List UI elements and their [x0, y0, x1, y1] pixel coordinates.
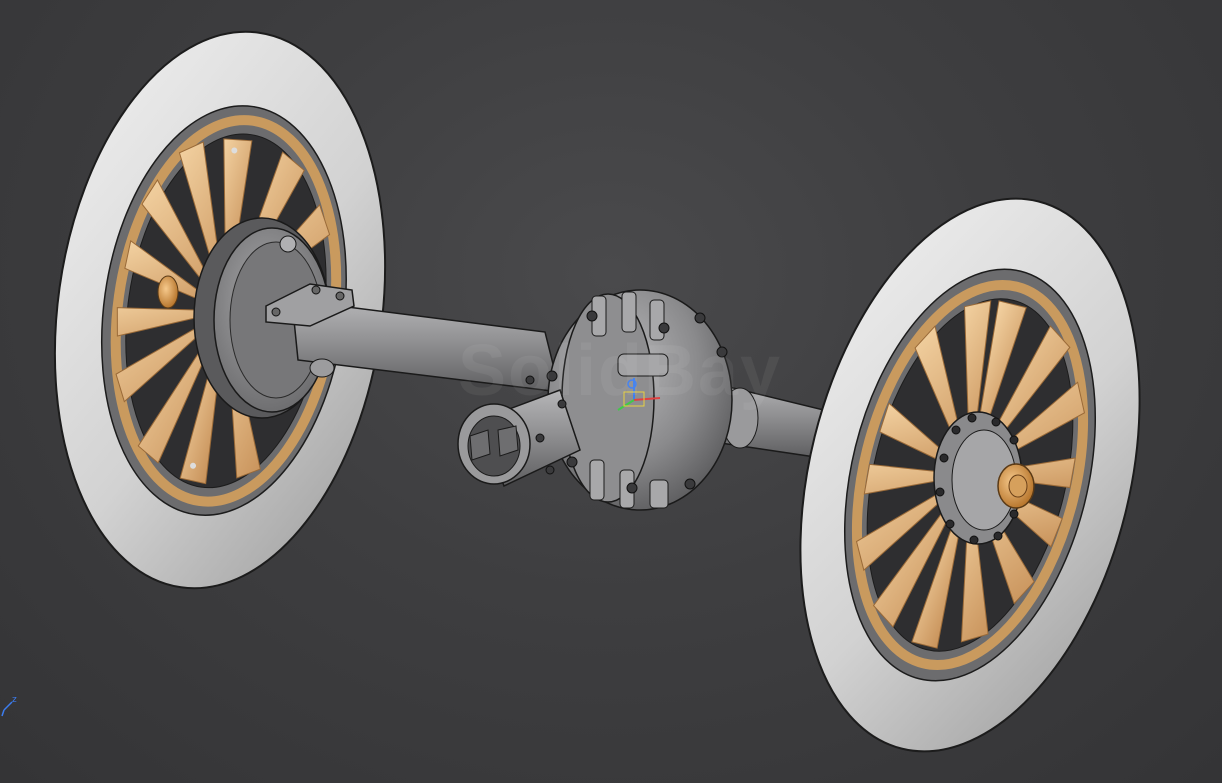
axle-assembly-model[interactable] — [0, 0, 1222, 783]
compass-axis-label: z — [12, 695, 17, 705]
3d-viewport[interactable]: SolidBay z — [0, 0, 1222, 783]
view-orientation-icon[interactable]: z — [0, 688, 26, 718]
